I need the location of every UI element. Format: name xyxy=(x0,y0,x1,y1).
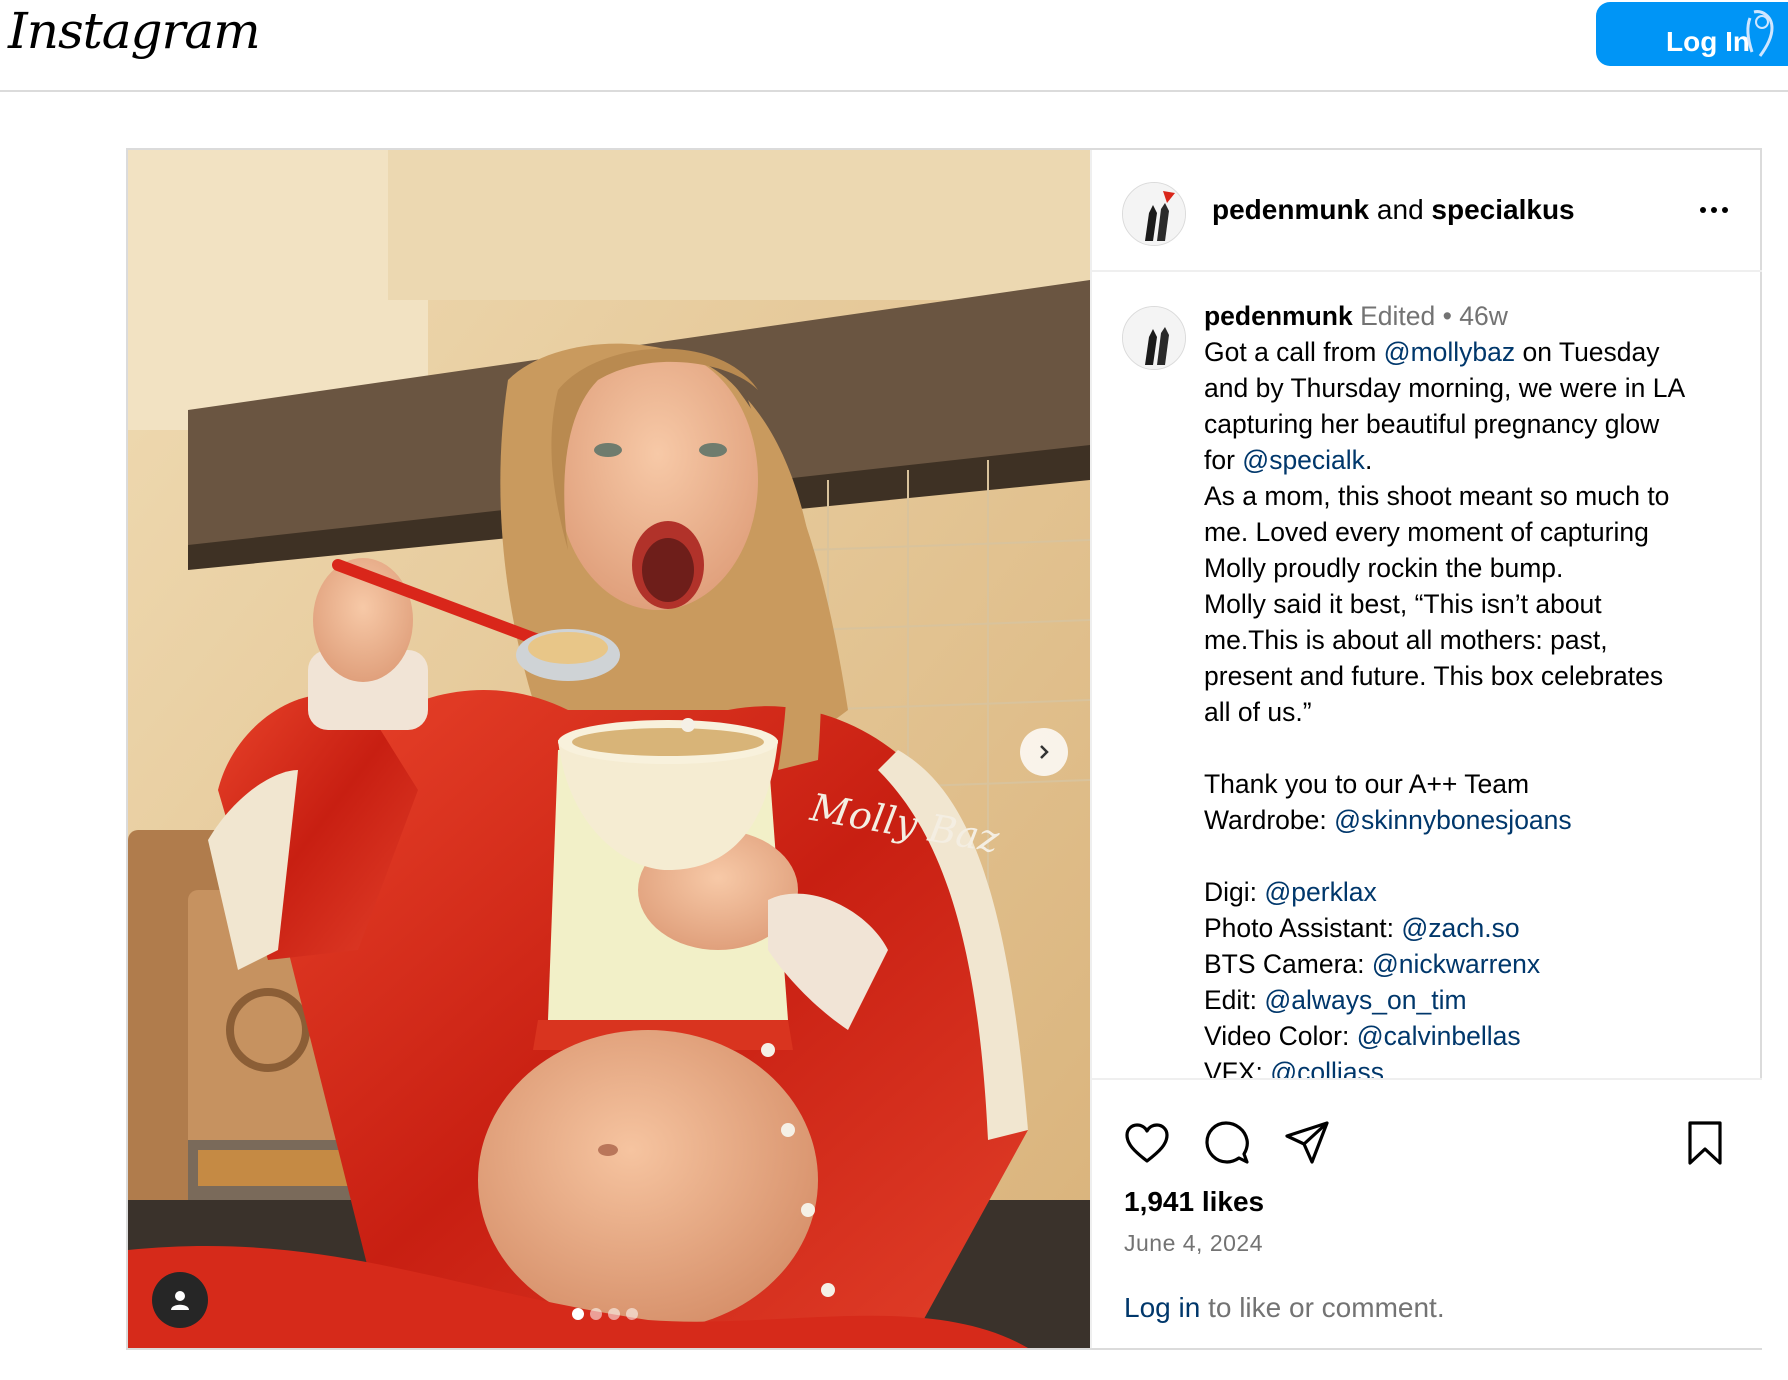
carousel-indicator xyxy=(572,1308,638,1320)
caption-credit-line: Video Color: @calvinbellas xyxy=(1204,1018,1744,1054)
mention-link[interactable]: @skinnybonesjoans xyxy=(1334,805,1572,835)
more-horizontal-icon xyxy=(1700,207,1706,213)
share-button[interactable] xyxy=(1280,1116,1334,1170)
caption-line: and by Thursday morning, we were in LA xyxy=(1204,373,1686,403)
caption-text-part: Got a call from xyxy=(1204,337,1384,367)
comment-bubble-icon xyxy=(1205,1121,1249,1164)
caption-credit-line: Digi: @perklax xyxy=(1204,874,1744,910)
login-button[interactable]: Log In xyxy=(1596,2,1788,66)
caption-author-avatar[interactable] xyxy=(1122,306,1186,370)
profile-silhouette-icon xyxy=(1123,307,1185,369)
more-dot xyxy=(1711,207,1717,213)
carousel-dot-1 xyxy=(572,1308,584,1320)
author-primary-link[interactable]: pedenmunk xyxy=(1212,194,1369,225)
caption-line: present and future. This box celebrates xyxy=(1204,661,1664,691)
bookmark-icon xyxy=(1688,1121,1722,1165)
author-secondary-link[interactable]: specialkus xyxy=(1431,194,1574,225)
carousel-dot-4 xyxy=(626,1308,638,1320)
mention-link[interactable]: @zach.so xyxy=(1401,913,1519,943)
comment-button[interactable] xyxy=(1200,1116,1254,1170)
mention-link[interactable]: @specialk xyxy=(1242,445,1365,475)
caption-credit-line: BTS Camera: @nickwarrenx xyxy=(1204,946,1744,982)
save-button[interactable] xyxy=(1678,1116,1732,1170)
post-header: pedenmunk and specialkus xyxy=(1092,150,1762,272)
caption-line: me. Loved every moment of capturing xyxy=(1204,517,1649,547)
caption-line: Molly proudly rockin the bump. xyxy=(1204,553,1564,583)
caption-line: As a mom, this shoot meant so much to xyxy=(1204,481,1670,511)
post-authors: pedenmunk and specialkus xyxy=(1212,194,1575,226)
likes-count[interactable]: 1,941 likes xyxy=(1124,1186,1264,1218)
mention-link[interactable]: @calvinbellas xyxy=(1357,1021,1521,1051)
caption-line: all of us.” xyxy=(1204,697,1312,727)
caption-line: for @specialk. xyxy=(1204,442,1744,478)
carousel-next-button[interactable] xyxy=(1020,728,1068,776)
credit-role: BTS Camera: xyxy=(1204,949,1372,979)
signup-link-partial[interactable]: S xyxy=(1778,18,1788,50)
post-photo: Molly Baz xyxy=(128,150,1090,1348)
caption-line: Molly said it best, “This isn’t about xyxy=(1204,589,1602,619)
mention-link[interactable]: @perklax xyxy=(1264,877,1376,907)
more-dot xyxy=(1722,207,1728,213)
carousel-dot-2 xyxy=(590,1308,602,1320)
chevron-right-icon xyxy=(1040,745,1049,759)
caption-line: Got a call from @mollybaz on Tuesday xyxy=(1204,334,1744,370)
heart-icon xyxy=(1125,1123,1169,1163)
user-icon xyxy=(171,1291,189,1310)
caption-line: capturing her beautiful pregnancy glow xyxy=(1204,409,1660,439)
tagged-people-button[interactable] xyxy=(152,1272,208,1328)
credit-role: Photo Assistant: xyxy=(1204,913,1402,943)
post-date[interactable]: June 4, 2024 xyxy=(1124,1230,1263,1257)
profile-silhouette-icon xyxy=(1123,183,1185,245)
credit-role: Wardrobe: xyxy=(1204,805,1335,835)
credit-role: Edit: xyxy=(1204,985,1265,1015)
post-side-panel: pedenmunk and specialkus pedenmunk Edite… xyxy=(1090,150,1762,1348)
mention-link[interactable]: @always_on_tim xyxy=(1264,985,1466,1015)
mention-link[interactable]: @nickwarrenx xyxy=(1372,949,1540,979)
caption-text-part: on Tuesday xyxy=(1515,337,1660,367)
carousel-dot-3 xyxy=(608,1308,620,1320)
login-link[interactable]: Log in xyxy=(1124,1292,1200,1323)
overlay-silhouette-icon xyxy=(1746,10,1774,57)
caption-text-part: . xyxy=(1364,445,1373,475)
caption-credit-line: Edit: @always_on_tim xyxy=(1204,982,1744,1018)
author-connector: and xyxy=(1376,194,1424,225)
top-navigation-bar: Instagram Log In S xyxy=(0,0,1788,92)
credit-role: Digi: xyxy=(1204,877,1265,907)
login-prompt-text: to like or comment. xyxy=(1200,1292,1445,1323)
author-avatar[interactable] xyxy=(1122,182,1186,246)
caption-text: pedenmunk Edited • 46w Got a call from @… xyxy=(1204,298,1744,1090)
post-media[interactable]: Molly Baz xyxy=(128,150,1090,1348)
mention-link[interactable]: @mollybaz xyxy=(1384,337,1515,367)
send-paper-plane-icon xyxy=(1285,1121,1329,1164)
post-actions: 1,941 likes June 4, 2024 Log in to like … xyxy=(1092,1078,1762,1348)
caption-username[interactable]: pedenmunk xyxy=(1204,301,1353,331)
caption-separator: • xyxy=(1442,301,1452,331)
like-button[interactable] xyxy=(1120,1116,1174,1170)
caption-edited: Edited xyxy=(1360,301,1436,331)
caption-line: me.This is about all mothers: past, xyxy=(1204,625,1608,655)
caption-credit-line: Photo Assistant: @zach.so xyxy=(1204,910,1744,946)
instagram-logo[interactable]: Instagram xyxy=(8,2,261,60)
caption-text-part: for xyxy=(1204,445,1243,475)
caption-line: Thank you to our A++ Team xyxy=(1204,769,1530,799)
login-prompt: Log in to like or comment. xyxy=(1124,1292,1445,1324)
caption-meta-line: pedenmunk Edited • 46w xyxy=(1204,298,1744,334)
more-options-button[interactable] xyxy=(1690,190,1738,230)
credit-role: Video Color: xyxy=(1204,1021,1357,1051)
caption-age[interactable]: 46w xyxy=(1459,301,1508,331)
caption-credit-line: Wardrobe: @skinnybonesjoans xyxy=(1204,802,1744,838)
post-card: Molly Baz pedenmunk and specialkus peden… xyxy=(126,148,1762,1350)
